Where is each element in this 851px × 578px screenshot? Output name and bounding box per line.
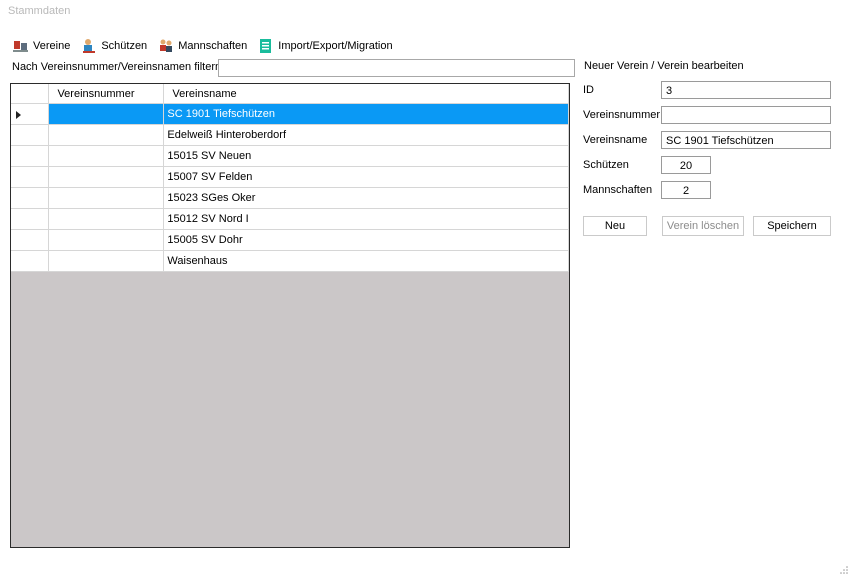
table-row[interactable]: Edelweiß Hinteroberdorf	[11, 124, 569, 146]
column-header-vereinsname[interactable]: Vereinsname	[163, 84, 569, 104]
row-header[interactable]	[11, 187, 50, 209]
toolbar-schuetzen[interactable]: Schützen	[80, 38, 147, 54]
cell-vereinsnummer[interactable]	[48, 103, 165, 125]
toolbar-import-export-label: Import/Export/Migration	[278, 40, 393, 52]
mannschaften-count-field: 2	[661, 181, 711, 199]
cell-vereinsname[interactable]: 15012 SV Nord I	[163, 208, 569, 230]
id-label: ID	[583, 84, 594, 96]
cell-vereinsnummer[interactable]	[48, 145, 165, 167]
cell-vereinsname[interactable]: SC 1901 Tiefschützen	[163, 103, 569, 125]
row-header[interactable]	[11, 166, 50, 188]
vereinsname-field[interactable]: SC 1901 Tiefschützen	[661, 131, 831, 149]
schuetzen-icon	[80, 38, 98, 54]
new-button[interactable]: Neu	[583, 216, 647, 236]
toolbar-schuetzen-label: Schützen	[101, 40, 148, 52]
cell-vereinsnummer[interactable]	[48, 187, 165, 209]
toolbar-mannschaften[interactable]: Mannschaften	[157, 38, 247, 54]
table-row[interactable]: 15007 SV Felden	[11, 166, 569, 188]
cell-vereinsname[interactable]: Waisenhaus	[163, 250, 569, 272]
cell-vereinsname[interactable]: 15023 SGes Oker	[163, 187, 569, 209]
vereinsnummer-field[interactable]	[661, 106, 831, 124]
row-header[interactable]	[11, 124, 50, 146]
cell-vereinsnummer[interactable]	[48, 208, 165, 230]
vereinsnummer-label: Vereinsnummer	[583, 109, 661, 121]
table-row[interactable]: SC 1901 Tiefschützen	[11, 103, 569, 125]
schuetzen-count-field: 20	[661, 156, 711, 174]
filter-label: Nach Vereinsnummer/Vereinsnamen filtern:	[12, 61, 225, 73]
resize-grip-icon[interactable]	[839, 565, 849, 575]
import-export-icon	[257, 38, 275, 54]
editor-title: Neuer Verein / Verein bearbeiten	[584, 60, 744, 72]
current-row-arrow-icon	[16, 111, 21, 119]
cell-vereinsname[interactable]: Edelweiß Hinteroberdorf	[163, 124, 569, 146]
cell-vereinsname[interactable]: 15005 SV Dohr	[163, 229, 569, 251]
mannschaften-icon	[157, 38, 175, 54]
column-header-vereinsnummer[interactable]: Vereinsnummer	[48, 84, 165, 104]
cell-vereinsname[interactable]: 15015 SV Neuen	[163, 145, 569, 167]
cell-vereinsnummer[interactable]	[48, 250, 165, 272]
window-title: Stammdaten	[8, 5, 71, 17]
table-row[interactable]: 15005 SV Dohr	[11, 229, 569, 251]
vereinsname-label: Vereinsname	[583, 134, 648, 146]
vereine-grid[interactable]: Vereinsnummer Vereinsname SC 1901 Tiefsc…	[10, 83, 570, 548]
table-row[interactable]: 15012 SV Nord I	[11, 208, 569, 230]
mannschaften-label: Mannschaften	[583, 184, 653, 196]
cell-vereinsname[interactable]: 15007 SV Felden	[163, 166, 569, 188]
row-header[interactable]	[11, 145, 50, 167]
cell-vereinsnummer[interactable]	[48, 124, 165, 146]
cell-vereinsnummer[interactable]	[48, 229, 165, 251]
vereine-icon	[12, 38, 30, 54]
toolbar-vereine[interactable]: Vereine	[12, 38, 70, 54]
save-button[interactable]: Speichern	[753, 216, 831, 236]
toolbar-vereine-label: Vereine	[33, 40, 71, 52]
toolbar-import-export[interactable]: Import/Export/Migration	[257, 38, 393, 54]
cell-vereinsnummer[interactable]	[48, 166, 165, 188]
toolbar: Vereine Schützen Mannschaften Import/Exp…	[12, 36, 403, 56]
row-header[interactable]	[11, 229, 50, 251]
table-row[interactable]: 15015 SV Neuen	[11, 145, 569, 167]
table-row[interactable]: 15023 SGes Oker	[11, 187, 569, 209]
row-header[interactable]	[11, 208, 50, 230]
toolbar-mannschaften-label: Mannschaften	[178, 40, 248, 52]
row-header[interactable]	[11, 250, 50, 272]
grid-corner-header	[11, 84, 50, 104]
table-row[interactable]: Waisenhaus	[11, 250, 569, 272]
row-header[interactable]	[11, 103, 50, 125]
schuetzen-label: Schützen	[583, 159, 629, 171]
id-field[interactable]: 3	[661, 81, 831, 99]
filter-input[interactable]	[218, 59, 575, 77]
delete-verein-button[interactable]: Verein löschen	[662, 216, 744, 236]
